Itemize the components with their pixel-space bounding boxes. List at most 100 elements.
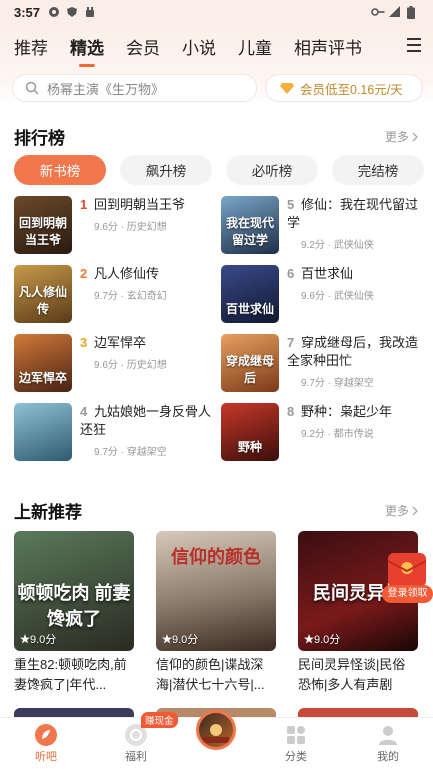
- score-badge: 9.0分: [304, 631, 340, 647]
- rank-book-meta: 9.6分 · 武侠仙侠: [301, 291, 374, 302]
- rank-book-title: 凡人修仙传: [94, 266, 160, 281]
- score-badge: 9.0分: [20, 631, 56, 647]
- cover-text: 野种: [237, 440, 262, 454]
- rank-item[interactable]: 穿成继母后 7 穿成继母后，我改造全家种田忙 9.7分 · 穿越架空: [221, 334, 421, 394]
- tab-crosstalk[interactable]: 相声评书: [294, 34, 362, 59]
- cover-text: 顿顿吃肉 前妻馋疯了: [17, 583, 131, 629]
- tab-novel[interactable]: 小说: [182, 34, 216, 59]
- menu-icon[interactable]: [407, 38, 421, 52]
- login-reward-label: 登录领取: [382, 585, 433, 603]
- red-envelope-icon: [387, 553, 427, 587]
- diamond-icon: [280, 83, 294, 94]
- tab-vip[interactable]: 会员: [126, 34, 160, 59]
- rank-item[interactable]: 百世求仙 6 百世求仙 9.6分 · 武侠仙侠: [221, 265, 421, 325]
- nav-listen-label: 听吧: [35, 751, 57, 763]
- ranking-title: 排行榜: [14, 129, 65, 148]
- settings-status-icon: [48, 6, 60, 18]
- rank-item[interactable]: 我在现代留过学 5 修仙：我在现代留过学 9.2分 · 武侠仙侠: [221, 196, 421, 256]
- star-icon: [162, 634, 172, 644]
- cover-text: 边军悍卒: [18, 371, 67, 385]
- android-status-icon: [84, 6, 96, 18]
- rank-book-meta: 9.6分 · 历史幻想: [94, 222, 167, 233]
- pill-new-books[interactable]: 新书榜: [14, 155, 106, 185]
- nav-category[interactable]: 分类: [266, 724, 326, 764]
- rank-item[interactable]: 凡人修仙传 2 凡人修仙传 9.7分 · 玄幻奇幻: [14, 265, 214, 325]
- tab-children[interactable]: 儿童: [238, 34, 272, 59]
- search-placeholder: 杨幂主演《生万物》: [47, 81, 165, 97]
- rank-item[interactable]: 4 九姑娘她一身反骨人还狂 9.7分 · 穿越架空: [14, 403, 214, 463]
- nav-welfare[interactable]: 福利: [106, 724, 166, 764]
- ranking-pills: 新书榜 飙升榜 必听榜 完结榜: [14, 155, 424, 185]
- book-cover: 我在现代留过学: [221, 196, 279, 254]
- rank-number: 3: [80, 335, 88, 350]
- rank-item[interactable]: 野种 8 野种：枭起少年 9.2分 · 都市传说: [221, 403, 421, 463]
- tab-featured[interactable]: 精选: [70, 34, 104, 67]
- rank-book-meta: 9.6分 · 历史幻想: [94, 360, 167, 371]
- book-cover: 回到明朝当王爷: [14, 196, 72, 254]
- search-row: 杨幂主演《生万物》 会员低至0.16元/天: [12, 74, 423, 104]
- rank-book-title: 穿成继母后，我改造全家种田忙: [287, 335, 419, 368]
- rank-book-meta: 9.7分 · 穿越架空: [301, 378, 374, 389]
- now-playing-cover-icon: [203, 724, 229, 743]
- book-cover: 野种: [221, 403, 279, 461]
- tab-recommend[interactable]: 推荐: [14, 34, 48, 59]
- book-cover: 顿顿吃肉 前妻馋疯了 9.0分: [14, 531, 134, 651]
- score-text: 9.0分: [314, 634, 341, 646]
- cover-text: 穿成继母后: [225, 354, 274, 385]
- signal-status-icon: [389, 6, 401, 18]
- rank-book-title: 边军悍卒: [94, 335, 147, 350]
- book-cover: 边军悍卒: [14, 334, 72, 392]
- ranking-more-link[interactable]: 更多: [385, 128, 419, 145]
- score-text: 9.0分: [30, 634, 57, 646]
- top-tab-bar: 推荐 精选 会员 小说 儿童 相声评书: [0, 30, 433, 67]
- pill-completed[interactable]: 完结榜: [332, 155, 424, 185]
- new-release-title: 信仰的颜色|谍战深海|潜伏七十六号|...: [156, 657, 265, 692]
- profile-icon: [377, 724, 399, 746]
- rank-number: 5: [287, 197, 295, 212]
- search-icon: [25, 81, 39, 95]
- chevron-right-icon: [412, 132, 418, 141]
- status-bar: 3:57: [0, 0, 433, 24]
- star-icon: [304, 634, 314, 644]
- cover-text: 回到明朝当王爷: [18, 216, 67, 247]
- rank-number: 6: [287, 266, 295, 281]
- nav-welfare-label: 福利: [125, 751, 147, 763]
- shield-status-icon: [66, 6, 78, 18]
- nav-mine[interactable]: 我的: [358, 724, 418, 764]
- cover-text: 百世求仙: [225, 302, 274, 316]
- battery-status-icon: [407, 6, 419, 19]
- new-release-title: 民间灵异怪谈|民俗恐怖|多人有声剧: [298, 657, 406, 692]
- rank-book-title: 九姑娘她一身反骨人还狂: [80, 404, 212, 437]
- rank-book-title: 修仙：我在现代留过学: [287, 197, 419, 230]
- rank-book-title: 百世求仙: [301, 266, 354, 281]
- nav-listen[interactable]: 听吧: [16, 724, 76, 764]
- search-input[interactable]: 杨幂主演《生万物》: [12, 74, 257, 102]
- new-releases-header: 上新推荐 更多: [14, 498, 419, 523]
- vip-promo-button[interactable]: 会员低至0.16元/天: [265, 74, 423, 102]
- cover-text: 信仰的颜色: [171, 547, 261, 567]
- nav-category-label: 分类: [285, 751, 307, 763]
- score-text: 9.0分: [172, 634, 199, 646]
- pill-must-listen[interactable]: 必听榜: [226, 155, 318, 185]
- new-releases-title: 上新推荐: [14, 503, 82, 522]
- pill-rising[interactable]: 飙升榜: [120, 155, 212, 185]
- new-releases-more-link[interactable]: 更多: [385, 502, 419, 519]
- rank-book-title: 回到明朝当王爷: [94, 197, 186, 212]
- new-release-item[interactable]: 信仰的颜色 9.0分 信仰的颜色|谍战深海|潜伏七十六号|...: [156, 531, 276, 695]
- rank-item[interactable]: 回到明朝当王爷 1 回到明朝当王爷 9.6分 · 历史幻想: [14, 196, 214, 256]
- star-icon: [20, 634, 30, 644]
- chevron-right-icon: [412, 506, 418, 515]
- new-release-item[interactable]: 顿顿吃肉 前妻馋疯了 9.0分 重生82:顿顿吃肉,前妻馋疯了|年代...: [14, 531, 134, 695]
- cover-text: 凡人修仙传: [18, 285, 67, 316]
- rank-number: 1: [80, 197, 88, 212]
- rank-book-meta: 9.7分 · 玄幻奇幻: [94, 291, 167, 302]
- rank-item[interactable]: 边军悍卒 3 边军悍卒 9.6分 · 历史幻想: [14, 334, 214, 394]
- book-cover: [14, 403, 72, 461]
- now-playing-button[interactable]: [196, 710, 236, 750]
- book-cover: 凡人修仙传: [14, 265, 72, 323]
- login-reward-badge[interactable]: 登录领取: [382, 553, 433, 605]
- vip-promo-label: 会员低至0.16元/天: [300, 82, 403, 97]
- cover-text: 我在现代留过学: [225, 216, 274, 247]
- welfare-badge: 赚现金: [141, 712, 178, 728]
- rank-book-title: 野种：枭起少年: [301, 404, 393, 419]
